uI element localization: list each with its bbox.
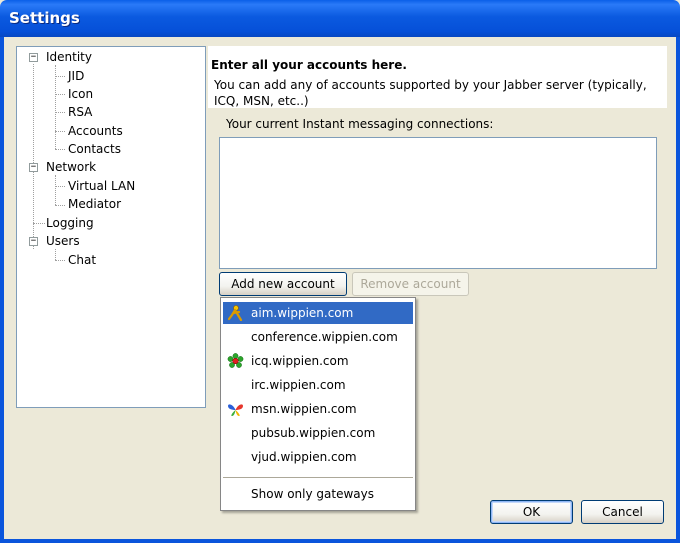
- tree-connector: [55, 76, 65, 77]
- aim-icon: [227, 305, 243, 321]
- tree-connector: [55, 94, 65, 95]
- tree-connector: [55, 260, 65, 261]
- tree-item-accounts[interactable]: Accounts: [68, 123, 123, 139]
- tree-item-identity[interactable]: Identity: [46, 49, 92, 65]
- tree-item-label: Icon: [68, 87, 94, 101]
- tree-item-label: Virtual LAN: [68, 179, 136, 193]
- tree-item-users[interactable]: Users: [46, 233, 80, 249]
- window-frame-left: [0, 37, 4, 543]
- menu-item-label: vjud.wippien.com: [251, 450, 357, 464]
- tree-item-logging[interactable]: Logging: [46, 215, 94, 231]
- msn-butterfly-icon: [228, 404, 243, 416]
- menu-item-icq[interactable]: icq.wippien.com: [223, 350, 413, 372]
- collapse-icon[interactable]: −: [29, 163, 38, 172]
- tree-item-label: Network: [46, 160, 97, 174]
- window-frame-right: [676, 37, 680, 543]
- menu-item-msn[interactable]: msn.wippien.com: [223, 398, 413, 420]
- tree-connector: [55, 205, 65, 206]
- tree-item-label: JID: [68, 69, 85, 83]
- add-new-account-button[interactable]: Add new account: [219, 272, 347, 296]
- page-title: Enter all your accounts here.: [211, 58, 407, 72]
- page-description: You can add any of accounts supported by…: [214, 78, 647, 108]
- remove-account-button[interactable]: Remove account: [352, 272, 469, 296]
- menu-item-label: pubsub.wippien.com: [251, 426, 376, 440]
- tree-item-chat[interactable]: Chat: [68, 252, 96, 268]
- menu-item-label: msn.wippien.com: [251, 402, 357, 416]
- tree-connector: [33, 64, 34, 249]
- menu-item-aim[interactable]: aim.wippien.com: [223, 302, 413, 324]
- menu-item-label: icq.wippien.com: [251, 354, 349, 368]
- tree-connector: [55, 186, 65, 187]
- tree-item-icon[interactable]: Icon: [68, 86, 93, 102]
- connections-label: Your current Instant messaging connectio…: [226, 117, 494, 131]
- menu-item-label: conference.wippien.com: [251, 330, 398, 344]
- tree-item-label: Users: [46, 234, 80, 248]
- menu-item-conference[interactable]: conference.wippien.com: [223, 326, 413, 348]
- tree-connector: [33, 223, 45, 224]
- menu-separator: [223, 477, 413, 478]
- tree-item-rsa[interactable]: RSA: [68, 104, 92, 120]
- tree-item-network[interactable]: Network: [46, 159, 96, 175]
- settings-tree[interactable]: − Identity JID Icon RSA Accounts Contact…: [16, 46, 206, 408]
- tree-item-jid[interactable]: JID: [68, 68, 84, 84]
- collapse-icon[interactable]: −: [29, 53, 38, 62]
- menu-item-vjud[interactable]: vjud.wippien.com: [223, 446, 413, 468]
- menu-item-label: aim.wippien.com: [251, 306, 354, 320]
- tree-connector: [55, 131, 65, 132]
- tree-item-mediator[interactable]: Mediator: [68, 196, 121, 212]
- menu-item-show-only-gateways[interactable]: Show only gateways: [223, 483, 413, 505]
- tree-item-label: Accounts: [68, 124, 123, 138]
- ok-button[interactable]: OK: [490, 500, 573, 524]
- title-bar[interactable]: Settings: [0, 0, 680, 37]
- tree-connector: [55, 149, 65, 150]
- menu-item-pubsub[interactable]: pubsub.wippien.com: [223, 422, 413, 444]
- tree-item-contacts[interactable]: Contacts: [68, 141, 121, 157]
- tree-connector: [55, 112, 65, 113]
- tree-item-virtual-lan[interactable]: Virtual LAN: [68, 178, 135, 194]
- tree-item-label: Logging: [46, 216, 94, 230]
- tree-item-label: Mediator: [68, 197, 122, 211]
- tree-connector: [55, 249, 56, 260]
- tree-item-label: Contacts: [68, 142, 121, 156]
- gateway-menu[interactable]: aim.wippien.com conference.wippien.com i…: [220, 297, 416, 511]
- window-title: Settings: [9, 9, 80, 27]
- tree-item-label: RSA: [68, 105, 93, 119]
- menu-item-label: irc.wippien.com: [251, 378, 346, 392]
- menu-item-irc[interactable]: irc.wippien.com: [223, 374, 413, 396]
- tree-item-label: Identity: [46, 50, 92, 64]
- icq-flower-icon: [227, 353, 244, 368]
- accounts-header: Enter all your accounts here. You can ad…: [208, 46, 667, 108]
- cancel-button[interactable]: Cancel: [581, 500, 664, 524]
- tree-connector: [55, 65, 56, 149]
- window-frame-bottom: [0, 539, 680, 543]
- tree-item-label: Chat: [68, 253, 97, 267]
- connections-list[interactable]: [219, 137, 657, 269]
- collapse-icon[interactable]: −: [29, 237, 38, 246]
- tree-connector: [55, 175, 56, 205]
- menu-item-label: Show only gateways: [251, 487, 374, 501]
